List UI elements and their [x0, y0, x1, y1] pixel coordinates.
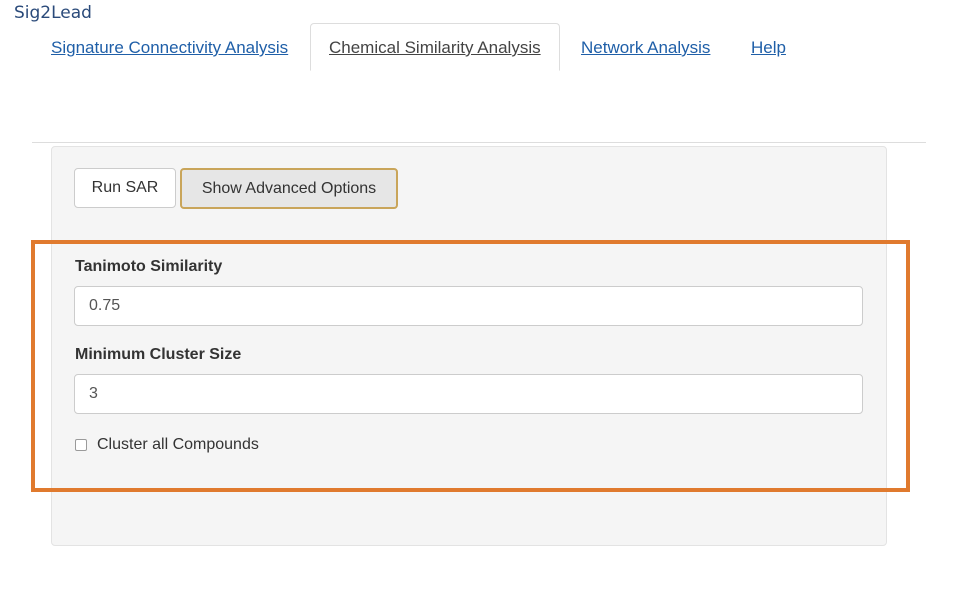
tanimoto-similarity-input[interactable]: [74, 286, 863, 326]
run-sar-button[interactable]: Run SAR: [74, 168, 176, 208]
tab-signature-connectivity-analysis[interactable]: Signature Connectivity Analysis: [51, 38, 288, 58]
tab-chemical-similarity-analysis[interactable]: Chemical Similarity Analysis: [310, 23, 560, 71]
tab-help[interactable]: Help: [751, 38, 786, 58]
minimum-cluster-size-input[interactable]: [74, 374, 863, 414]
cluster-all-compounds-checkbox[interactable]: [75, 439, 87, 451]
cluster-all-compounds-label: Cluster all Compounds: [97, 436, 259, 453]
tanimoto-similarity-label: Tanimoto Similarity: [75, 258, 223, 275]
tab-network-analysis[interactable]: Network Analysis: [581, 38, 710, 58]
show-advanced-options-button[interactable]: Show Advanced Options: [180, 168, 398, 209]
minimum-cluster-size-label: Minimum Cluster Size: [75, 346, 242, 363]
cluster-all-compounds-row[interactable]: Cluster all Compounds: [75, 436, 259, 454]
app-title: Sig2Lead: [14, 3, 92, 23]
tab-bar-divider: [32, 142, 926, 143]
